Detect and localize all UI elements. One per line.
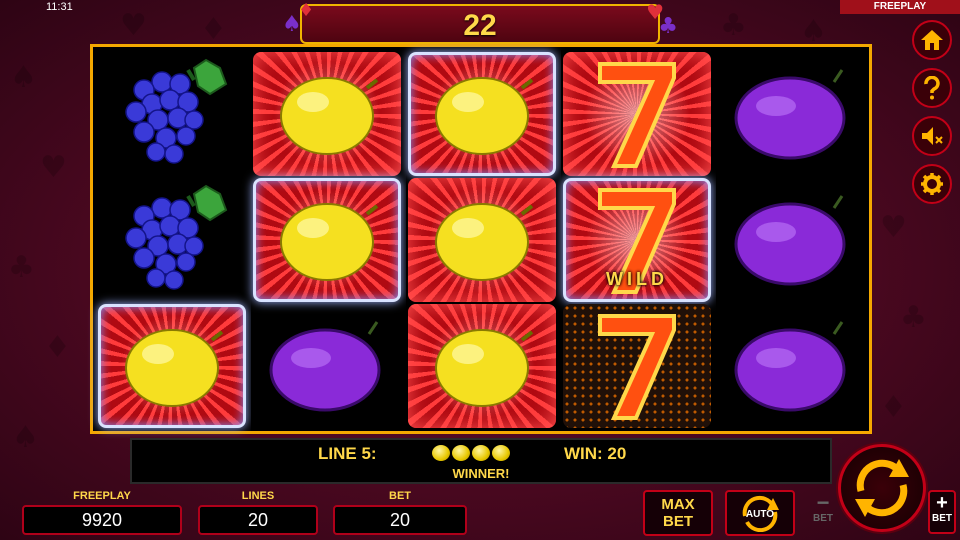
plus-icon: + [936, 492, 948, 514]
lemon-symbol-winning [253, 52, 401, 176]
max-bet-line1: MAX [661, 496, 695, 513]
bet-decrease-button[interactable]: − BET [808, 492, 838, 534]
counter-value: 22 [463, 9, 497, 42]
plum-icon [734, 195, 846, 286]
plum-icon [734, 69, 846, 160]
club-icon: ♣ [658, 14, 678, 39]
grapes-icon [125, 58, 228, 164]
grapes-icon [125, 184, 228, 290]
line-symbols [432, 445, 510, 461]
bet-increase-label: BET [932, 513, 952, 524]
bet-value: 20 [333, 505, 467, 535]
seven-symbol [563, 52, 711, 176]
clock-time: 11:31 [46, 1, 73, 13]
wild-label: WILD [606, 269, 668, 289]
lemon-symbol-winning [253, 178, 401, 302]
lemon-symbol-winning [98, 304, 246, 428]
lines-value: 20 [198, 505, 318, 535]
lemon-symbol-winning [408, 178, 556, 302]
plum-symbol [718, 178, 866, 302]
lemon-icon [432, 445, 450, 461]
max-bet-line2: BET [663, 513, 693, 530]
balance-value: 9920 [22, 505, 182, 535]
autoplay-label: AUTO [745, 509, 775, 520]
lemon-icon [435, 203, 534, 281]
grapes-symbol [98, 52, 246, 176]
reel-1 [96, 50, 248, 431]
settings-gear-icon [921, 173, 943, 195]
win-amount: WIN: 20 [564, 444, 627, 463]
balance-label: FREEPLAY [73, 490, 131, 502]
lemon-icon [125, 329, 224, 407]
lemon-icon [280, 77, 379, 155]
autoplay-button[interactable]: AUTO [725, 490, 795, 536]
mode-tag: FREEPLAY [840, 0, 960, 14]
reel-4: WILD [561, 50, 713, 431]
help-icon [924, 76, 940, 100]
help-button[interactable] [912, 68, 952, 108]
line-label: LINE 5: [318, 444, 377, 463]
winner-text: WINNER! [452, 466, 510, 481]
bet-label: BET [389, 490, 411, 502]
plum-icon [734, 321, 846, 412]
plum-icon [269, 321, 381, 412]
home-icon [921, 30, 943, 50]
lemon-icon [435, 329, 534, 407]
sound-muted-icon [922, 127, 943, 145]
seven-symbol [563, 304, 711, 428]
lines-label: LINES [241, 490, 275, 502]
seven-icon [598, 62, 676, 168]
plum-symbol [718, 304, 866, 428]
minus-icon: − [816, 490, 830, 515]
lemon-icon [280, 203, 379, 281]
wild-seven-symbol: WILD [563, 178, 711, 302]
lemon-icon [435, 77, 534, 155]
spin-button[interactable] [838, 444, 926, 532]
home-button[interactable] [912, 20, 952, 60]
grapes-symbol [98, 178, 246, 302]
lemon-symbol-winning [408, 52, 556, 176]
win-info-bar: LINE 5: WIN: 20 WINNER! [130, 438, 832, 484]
reels-area: WILD [90, 44, 872, 434]
plum-symbol [253, 304, 401, 428]
bet-increase-button[interactable]: + BET [928, 490, 956, 534]
reel-5 [716, 50, 868, 431]
spin-arrows-icon [855, 459, 909, 517]
bet-decrease-label: BET [813, 513, 833, 524]
lemon-icon [452, 445, 470, 461]
plum-symbol [718, 52, 866, 176]
lemon-symbol-winning [408, 304, 556, 428]
seven-icon [598, 314, 676, 420]
lemon-icon [492, 445, 510, 461]
lemon-icon [472, 445, 490, 461]
max-bet-button[interactable]: MAX BET [643, 490, 713, 536]
free-spins-counter-banner: ♠ ♦ 22 ♥ ♣ [282, 0, 678, 44]
reel-2 [251, 50, 403, 431]
reel-3 [406, 50, 558, 431]
settings-button[interactable] [912, 164, 952, 204]
sound-toggle-button[interactable] [912, 116, 952, 156]
